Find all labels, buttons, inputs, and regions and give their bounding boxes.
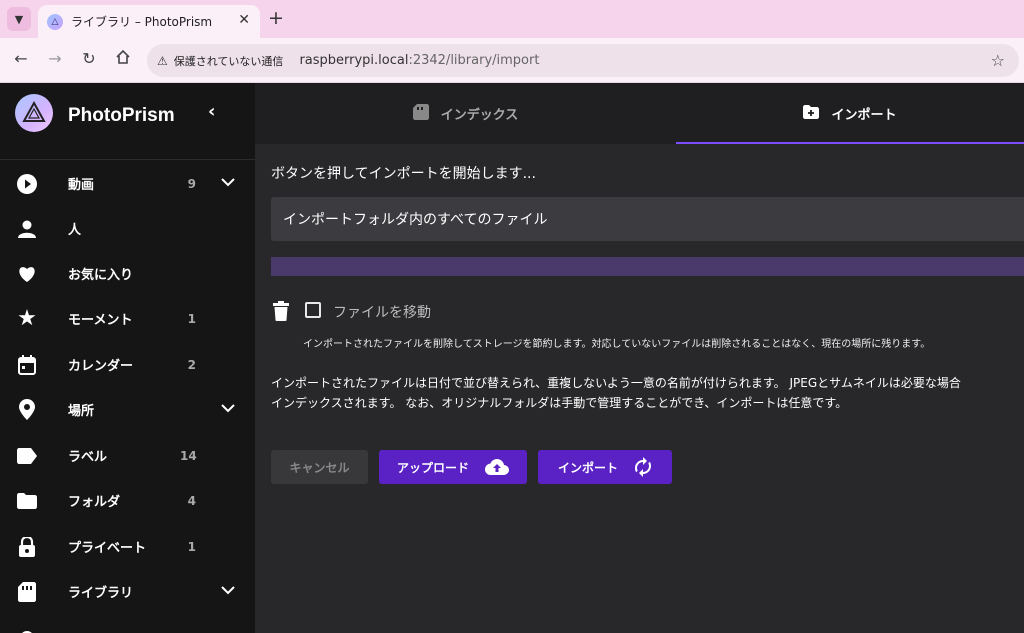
sidebar-item-count: 9 xyxy=(187,176,196,191)
trash-icon xyxy=(273,301,293,323)
sidebar-item-favorites[interactable]: お気に入り xyxy=(0,251,255,296)
sidebar-item-count: 1 xyxy=(187,311,196,326)
star-icon: ★ xyxy=(17,306,37,331)
tab-label: インポート xyxy=(831,108,897,123)
new-tab-button[interactable]: + xyxy=(268,8,284,28)
bookmark-star-icon[interactable]: ☆ xyxy=(991,51,1005,70)
photoprism-logo-icon[interactable] xyxy=(15,94,53,132)
sidebar-item-label: フォルダ xyxy=(68,495,121,510)
forward-arrow-icon[interactable]: → xyxy=(44,49,66,68)
chevron-down-icon[interactable] xyxy=(221,584,235,599)
warning-icon[interactable]: ⚠ xyxy=(157,54,168,68)
brand-name: PhotoPrism xyxy=(68,105,175,126)
import-intro-text: ボタンを押してインポートを開始します... xyxy=(271,166,536,182)
move-files-hint: インポートされたファイルを削除してストレージを節約します。対応していないファイル… xyxy=(303,339,931,350)
url-host: raspberrypi.local xyxy=(299,53,409,68)
browser-tab[interactable]: △ ライブラリ – PhotoPrism ✕ xyxy=(38,5,260,38)
sidebar: PhotoPrism ‹ 動画 9 人 お気に入り ★ モーメント 1 カレンダ… xyxy=(0,83,255,633)
settings-icon xyxy=(16,627,38,633)
security-label[interactable]: 保護されていない通信 xyxy=(174,53,284,69)
photoprism-favicon-icon: △ xyxy=(47,13,63,30)
import-description-line: インポートされたファイルは日付で並び替えられ、重複しないよう一意の名前が付けられ… xyxy=(271,376,961,390)
lock-icon xyxy=(16,536,38,558)
upload-button[interactable]: アップロード xyxy=(379,450,527,484)
import-folder-select-value: インポートフォルダ内のすべてのファイル xyxy=(283,212,548,228)
calendar-icon xyxy=(16,354,38,376)
sidebar-item-labels[interactable]: ラベル 14 xyxy=(0,433,255,478)
chevron-down-icon: ▼ xyxy=(14,12,24,26)
sidebar-item-calendar[interactable]: カレンダー 2 xyxy=(0,342,255,387)
back-arrow-icon[interactable]: ← xyxy=(10,49,32,68)
cancel-button[interactable]: キャンセル xyxy=(271,450,368,484)
sidebar-item-count: 4 xyxy=(187,493,196,508)
import-button[interactable]: インポート xyxy=(538,450,672,484)
import-description: インポートされたファイルは日付で並び替えられ、重複しないよう一意の名前が付けられ… xyxy=(271,373,1024,413)
import-folder-icon xyxy=(803,104,820,123)
move-files-label[interactable]: ファイルを移動 xyxy=(333,302,431,322)
cancel-button-label: キャンセル xyxy=(289,460,350,475)
active-tab-indicator xyxy=(676,142,1024,144)
location-pin-icon xyxy=(16,399,38,421)
sidebar-item-label: ライブラリ xyxy=(68,586,134,601)
tab-title: ライブラリ – PhotoPrism xyxy=(71,15,213,29)
sidebar-item-label: 動画 xyxy=(68,178,95,193)
person-icon xyxy=(16,218,38,240)
home-icon[interactable] xyxy=(112,49,134,69)
sidebar-item-private[interactable]: プライベート 1 xyxy=(0,524,255,569)
url-path: :2342/library/import xyxy=(408,53,540,68)
move-files-checkbox[interactable] xyxy=(305,302,321,318)
tab-label: インデックス xyxy=(440,108,519,123)
upload-button-label: アップロード xyxy=(396,460,469,475)
library-tabs: インデックス インポート xyxy=(255,83,1024,144)
import-button-label: インポート xyxy=(557,460,618,475)
sidebar-item-label: お気に入り xyxy=(68,268,134,283)
sidebar-item-count: 14 xyxy=(180,448,197,463)
close-icon[interactable]: ✕ xyxy=(238,12,250,28)
import-progress-bar xyxy=(271,257,1024,276)
main-content: インデックス インポート ボタンを押してインポートを開始します... インポート… xyxy=(255,83,1024,633)
heart-icon xyxy=(16,263,38,285)
divider xyxy=(0,159,255,160)
sidebar-item-people[interactable]: 人 xyxy=(0,206,255,251)
sidebar-item-label: プライベート xyxy=(68,541,147,556)
reload-icon[interactable]: ↻ xyxy=(78,49,100,68)
play-circle-icon xyxy=(16,173,38,195)
sidebar-item-count: 2 xyxy=(187,357,196,372)
index-folder-icon xyxy=(412,103,429,124)
sidebar-item-videos[interactable]: 動画 9 xyxy=(0,161,255,206)
import-folder-select[interactable]: インポートフォルダ内のすべてのファイル xyxy=(271,197,1024,241)
browser-toolbar: ← → ↻ ⚠ 保護されていない通信 raspberrypi.local:234… xyxy=(0,38,1024,83)
sidebar-item-count: 1 xyxy=(187,539,196,554)
sidebar-item-label: 場所 xyxy=(68,404,95,419)
tab-search-button[interactable]: ▼ xyxy=(7,7,31,31)
library-icon xyxy=(16,581,38,603)
sync-icon xyxy=(634,457,652,477)
chevron-down-icon[interactable] xyxy=(221,176,235,191)
address-bar[interactable]: ⚠ 保護されていない通信 raspberrypi.local:2342/libr… xyxy=(147,44,1019,77)
brand: PhotoPrism ‹ xyxy=(0,83,255,145)
chevron-left-icon[interactable]: ‹ xyxy=(208,101,215,122)
sidebar-item-label: 人 xyxy=(68,223,82,238)
sidebar-item-label: モーメント xyxy=(68,313,133,328)
cloud-upload-icon xyxy=(485,459,509,475)
sidebar-item-partial[interactable] xyxy=(0,615,255,633)
sidebar-item-label: カレンダー xyxy=(68,359,134,374)
label-icon xyxy=(16,445,38,467)
import-description-line: インデックスされます。 なお、オリジナルフォルダは手動で管理することができ、イン… xyxy=(271,396,848,410)
sidebar-item-folders[interactable]: フォルダ 4 xyxy=(0,478,255,523)
sidebar-item-moments[interactable]: ★ モーメント 1 xyxy=(0,296,255,341)
chevron-down-icon[interactable] xyxy=(221,402,235,417)
sidebar-item-label: ラベル xyxy=(68,450,108,465)
folder-icon xyxy=(16,490,38,512)
sidebar-item-places[interactable]: 場所 xyxy=(0,387,255,432)
browser-tab-bar: ▼ △ ライブラリ – PhotoPrism ✕ + xyxy=(0,0,1024,38)
sidebar-item-library[interactable]: ライブラリ xyxy=(0,569,255,614)
tab-import[interactable]: インポート xyxy=(676,83,1024,144)
tab-index[interactable]: インデックス xyxy=(255,83,676,144)
